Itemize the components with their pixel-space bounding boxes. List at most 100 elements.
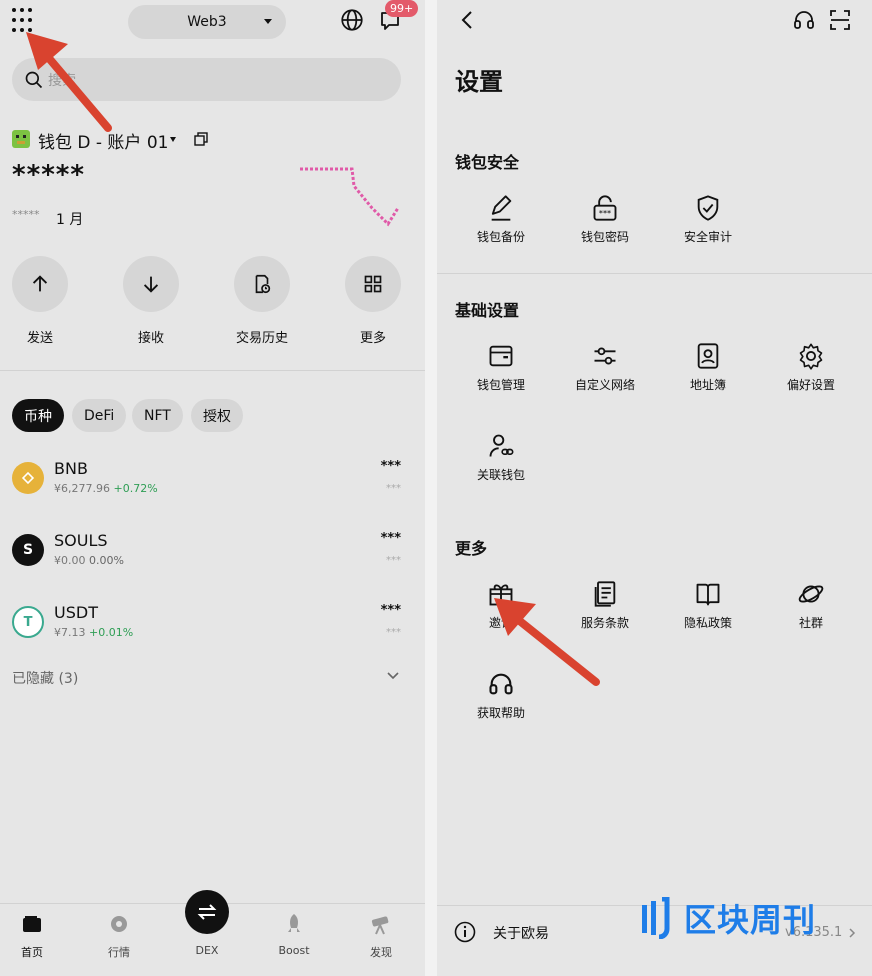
asset-price-line: ¥7.13 +0.01% xyxy=(54,626,134,639)
back-icon[interactable] xyxy=(459,10,475,30)
usdt-icon: T xyxy=(12,606,44,638)
asset-symbol: USDT xyxy=(54,603,98,622)
section-wallet-security: 钱包安全 xyxy=(455,153,520,172)
asset-price-line: ¥0.00 0.00% xyxy=(54,554,124,567)
asset-price-line: ¥6,277.96 +0.72% xyxy=(54,482,158,495)
balance-masked[interactable]: ***** xyxy=(12,160,85,190)
asset-value: *** xyxy=(386,555,401,566)
asset-amount: *** xyxy=(380,531,401,546)
tab-boost[interactable]: Boost xyxy=(264,944,324,957)
apps-grid-icon[interactable] xyxy=(12,8,38,34)
item-get-help[interactable]: 获取帮助 xyxy=(451,704,551,721)
asset-value: *** xyxy=(386,627,401,638)
wallet-icon[interactable] xyxy=(22,915,42,933)
search-bar[interactable]: 搜索 xyxy=(12,58,401,101)
item-address-book[interactable]: 地址簿 xyxy=(658,376,758,393)
history-icon xyxy=(255,274,271,294)
pen-icon[interactable] xyxy=(487,194,515,222)
history-label: 交易历史 xyxy=(235,331,288,346)
network-selector[interactable]: Web3 xyxy=(128,5,286,39)
about-okx[interactable]: 关于欧易 xyxy=(493,923,549,943)
item-security-audit[interactable]: 安全审计 xyxy=(658,228,758,245)
asset-row[interactable]: S SOULS ¥0.00 0.00% *** *** xyxy=(0,527,425,577)
caret-down-icon xyxy=(264,19,272,24)
item-wallet-backup[interactable]: 钱包备份 xyxy=(451,228,551,245)
asset-row[interactable]: BNB ¥6,277.96 +0.72% *** *** xyxy=(0,455,425,505)
tab-home[interactable]: 首页 xyxy=(2,944,62,960)
item-preferences[interactable]: 偏好设置 xyxy=(761,376,861,393)
planet-icon[interactable] xyxy=(797,580,825,608)
sub-balance-masked: ***** xyxy=(12,208,40,221)
tab-discover[interactable]: 发现 xyxy=(351,944,411,960)
hidden-tokens-toggle[interactable]: 已隐藏 (3) xyxy=(12,668,78,688)
receive-label: 接收 xyxy=(137,331,164,346)
chevron-down-icon[interactable] xyxy=(386,671,400,681)
tab-market[interactable]: 行情 xyxy=(89,944,149,960)
wallet-home-panel: Web3 99+ 搜索 钱包 D - 账户 01 ***** ***** 1 月… xyxy=(0,0,425,976)
watermark-text: 区块周刊 xyxy=(684,901,817,939)
wallet-name[interactable]: 钱包 D - 账户 01 xyxy=(38,128,168,153)
asset-amount: *** xyxy=(380,603,401,618)
tab-tokens[interactable]: 币种 xyxy=(12,399,64,432)
item-privacy[interactable]: 隐私政策 xyxy=(658,614,758,631)
rocket-icon[interactable] xyxy=(284,913,304,935)
period-selector[interactable]: 1 月 xyxy=(56,209,83,229)
tab-nft[interactable]: NFT xyxy=(132,399,183,432)
page-title: 设置 xyxy=(455,68,503,96)
section-divider xyxy=(437,273,872,274)
item-custom-network[interactable]: 自定义网络 xyxy=(555,376,655,393)
more-label: 更多 xyxy=(359,331,386,346)
item-linked-wallet[interactable]: 关联钱包 xyxy=(451,466,551,483)
contacts-icon[interactable] xyxy=(694,342,722,370)
tab-defi[interactable]: DeFi xyxy=(72,399,127,432)
arrow-down-icon xyxy=(143,276,159,293)
dex-swap-button[interactable] xyxy=(185,890,229,934)
screen: Web3 99+ 搜索 钱包 D - 账户 01 ***** ***** 1 月… xyxy=(0,0,872,976)
send-button[interactable] xyxy=(12,256,68,312)
scan-icon[interactable] xyxy=(828,8,852,32)
item-community[interactable]: 社群 xyxy=(761,614,861,631)
chevron-right-icon[interactable] xyxy=(848,927,856,939)
network-label: Web3 xyxy=(187,14,227,30)
sliders-icon[interactable] xyxy=(591,342,619,370)
asset-symbol: SOULS xyxy=(54,531,108,550)
item-wallet-management[interactable]: 钱包管理 xyxy=(451,376,551,393)
panel-gap xyxy=(425,0,437,976)
more-button[interactable] xyxy=(345,256,401,312)
document-icon[interactable] xyxy=(591,580,619,608)
gift-icon[interactable] xyxy=(487,580,515,608)
arrow-up-icon xyxy=(32,275,48,292)
asset-symbol: BNB xyxy=(54,459,88,478)
watermark-icon xyxy=(642,897,670,939)
copy-icon[interactable] xyxy=(194,132,208,146)
telescope-icon[interactable] xyxy=(370,913,392,935)
section-divider xyxy=(0,370,425,371)
wallet-caret-icon[interactable] xyxy=(170,137,176,142)
send-label: 发送 xyxy=(26,331,53,346)
headset-icon[interactable] xyxy=(792,8,816,32)
grid-icon xyxy=(364,275,382,293)
book-icon[interactable] xyxy=(694,580,722,608)
section-more: 更多 xyxy=(455,539,488,558)
history-button[interactable] xyxy=(234,256,290,312)
market-icon[interactable] xyxy=(109,914,129,934)
swap-icon xyxy=(197,904,217,920)
tab-dex[interactable]: DEX xyxy=(177,944,237,957)
receive-button[interactable] xyxy=(123,256,179,312)
wallet-icon[interactable] xyxy=(487,342,515,370)
watermark-logo: 区块周刊 xyxy=(640,895,816,941)
asset-row[interactable]: T USDT ¥7.13 +0.01% *** *** xyxy=(0,599,425,649)
item-terms[interactable]: 服务条款 xyxy=(555,614,655,631)
globe-icon[interactable] xyxy=(339,7,365,33)
tab-approvals[interactable]: 授权 xyxy=(191,399,243,432)
headset-icon[interactable] xyxy=(487,670,515,698)
info-icon xyxy=(454,921,476,943)
bnb-icon xyxy=(12,462,44,494)
lock-icon[interactable]: *** xyxy=(591,194,619,222)
gear-icon[interactable] xyxy=(797,342,825,370)
item-wallet-password[interactable]: 钱包密码 xyxy=(555,228,655,245)
shield-icon[interactable] xyxy=(694,194,722,222)
balance-sparkline xyxy=(300,167,400,227)
item-invite[interactable]: 邀请 xyxy=(451,614,551,631)
user-link-icon[interactable] xyxy=(487,432,515,460)
